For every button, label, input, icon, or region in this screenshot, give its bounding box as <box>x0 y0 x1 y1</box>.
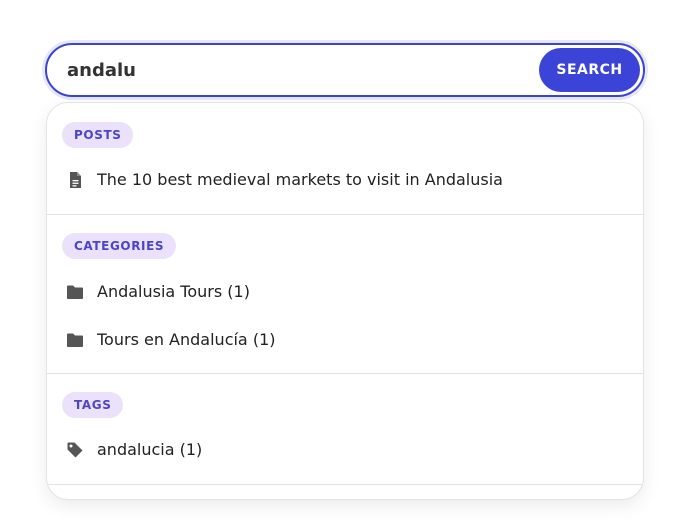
posts-section-badge: POSTS <box>62 122 134 148</box>
tags-section: TAGS andalucia (1) <box>47 374 643 485</box>
category-result-item[interactable]: Tours en Andalucía (1) <box>47 318 643 362</box>
category-result-label: Andalusia Tours (1) <box>97 282 250 301</box>
search-input[interactable] <box>67 45 527 95</box>
categories-section: CATEGORIES Andalusia Tours (1) Tours en … <box>47 215 643 374</box>
document-icon <box>70 172 81 188</box>
category-result-label: Tours en Andalucía (1) <box>97 330 276 349</box>
folder-icon <box>67 333 83 347</box>
tag-result-item[interactable]: andalucia (1) <box>47 428 643 472</box>
categories-section-badge: CATEGORIES <box>62 233 177 259</box>
folder-icon <box>67 285 83 299</box>
search-button[interactable]: SEARCH <box>539 48 640 92</box>
search-bar: SEARCH <box>45 43 645 97</box>
search-results-dropdown: POSTS The 10 best medieval markets to vi… <box>46 102 644 500</box>
post-result-label: The 10 best medieval markets to visit in… <box>97 170 503 189</box>
posts-section: POSTS The 10 best medieval markets to vi… <box>47 103 643 215</box>
post-result-item[interactable]: The 10 best medieval markets to visit in… <box>47 158 643 202</box>
tags-section-badge: TAGS <box>62 392 124 418</box>
tag-icon <box>67 442 83 458</box>
category-result-item[interactable]: Andalusia Tours (1) <box>47 270 643 314</box>
tag-result-label: andalucia (1) <box>97 440 203 459</box>
